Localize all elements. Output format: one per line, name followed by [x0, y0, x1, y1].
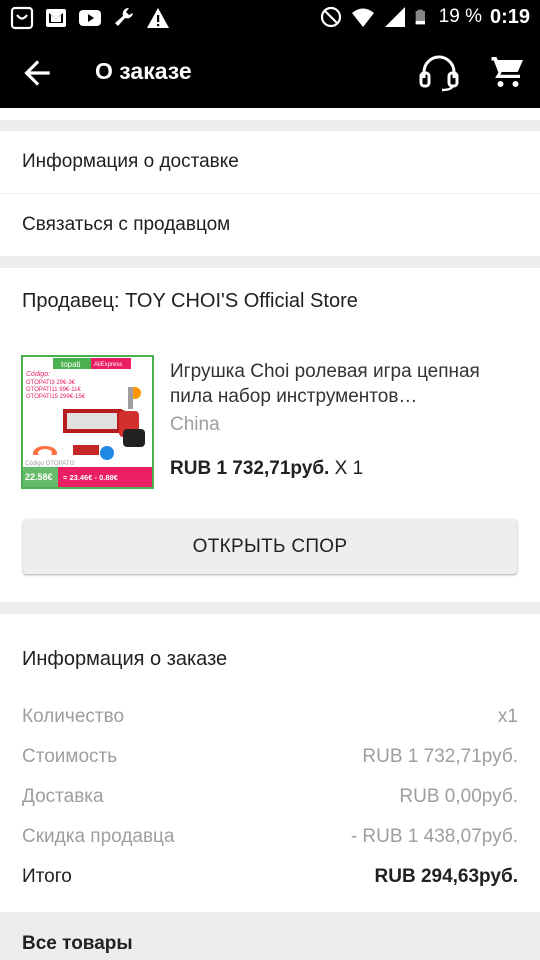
order-info-card: Информация о заказе Количество x1 Стоимо…: [0, 614, 540, 912]
product-name[interactable]: Игрушка Choi ролевая игра цепная пила на…: [170, 359, 525, 409]
order-info-title: Информация о заказе: [22, 648, 228, 670]
order-info-value: RUB 0,00руб.: [399, 786, 518, 807]
product-image-coupon-heading: Código:: [26, 371, 50, 378]
order-info-label: Количество: [22, 706, 125, 727]
page-title: О заказе: [95, 58, 192, 84]
product-photo: topati AliExpress Código: OTOPATI3 29€-3…: [23, 357, 152, 487]
order-info-row: Скидка продавца - RUB 1 438,07руб.: [22, 817, 518, 857]
status-bar-notifications: [10, 6, 170, 30]
contact-seller-link[interactable]: Связаться с продавцом: [0, 193, 540, 255]
order-info-row: Стоимость RUB 1 732,71руб.: [22, 737, 518, 777]
product-image-coupon: OTOPATI11 99€-11€: [26, 387, 81, 393]
all-goods-section: Все товары: [0, 912, 540, 960]
product-image-coupon: OTOPATI3 29€-3€: [26, 380, 76, 386]
do-not-disturb-icon: [320, 6, 341, 28]
order-info-label: Доставка: [22, 786, 104, 807]
order-info-value: x1: [497, 706, 518, 727]
order-info-label: Стоимость: [22, 746, 118, 767]
order-total-label: Итого: [22, 866, 72, 887]
order-total-row: Итого RUB 294,63руб.: [22, 857, 518, 897]
app-bar: О заказе: [0, 36, 540, 108]
clock: 0:19: [489, 5, 530, 28]
product-image-store: AliExpress: [94, 362, 122, 368]
order-info-row: Доставка RUB 0,00руб.: [22, 777, 518, 817]
seller-title: Продавец: TOY CHOI'S Official Store: [22, 290, 358, 312]
battery-percent: 19 %: [438, 6, 482, 27]
order-info-row: Количество x1: [22, 697, 518, 737]
warning-icon: [147, 8, 169, 28]
product-price-line: RUB 1 732,71руб. X 1: [170, 458, 363, 480]
delivery-info-link[interactable]: Информация о доставке: [0, 131, 540, 193]
youtube-icon: [79, 10, 101, 26]
previous-section-strip: [0, 108, 540, 120]
order-info-value: RUB 1 732,71руб.: [362, 746, 518, 767]
product-image-coupon: OTOPATI15 299€-15€: [26, 394, 86, 400]
product-quantity: X 1: [329, 458, 364, 479]
order-links-card: Информация о доставке Связаться с продав…: [0, 131, 540, 256]
wrench-icon: [115, 7, 133, 26]
all-goods-title: Все товары: [22, 933, 133, 954]
order-info-value: - RUB 1 438,07руб.: [350, 826, 518, 847]
product-origin: China: [170, 414, 220, 435]
product-image-old-price: 22.58€: [25, 472, 53, 482]
product-price: RUB 1 732,71руб.: [170, 458, 330, 479]
open-dispute-button[interactable]: ОТКРЫТЬ СПОР: [23, 519, 517, 574]
wifi-icon: [351, 8, 374, 27]
notification-icon: [10, 6, 34, 30]
gmail-icon: [46, 9, 66, 27]
order-total-value: RUB 294,63руб.: [374, 866, 519, 887]
status-bar: 19 % 0:19: [0, 0, 540, 36]
cart-icon[interactable]: [490, 54, 526, 90]
product-image-code: Código OTOPATI3: [25, 461, 75, 467]
product-image[interactable]: topati AliExpress Código: OTOPATI3 29€-3…: [21, 355, 154, 489]
product-image-new-price: = 23.46€ - 0.88€: [63, 473, 119, 482]
signal-icon: [384, 7, 405, 27]
seller-card: Продавец: TOY CHOI'S Official Store topa…: [0, 268, 540, 602]
back-arrow-icon[interactable]: [18, 54, 56, 92]
order-info-label: Скидка продавца: [22, 826, 175, 847]
battery-icon: [415, 9, 425, 25]
product-image-brand: topati: [61, 360, 81, 369]
status-bar-system: 19 % 0:19: [319, 5, 530, 29]
headset-icon[interactable]: [418, 52, 460, 92]
